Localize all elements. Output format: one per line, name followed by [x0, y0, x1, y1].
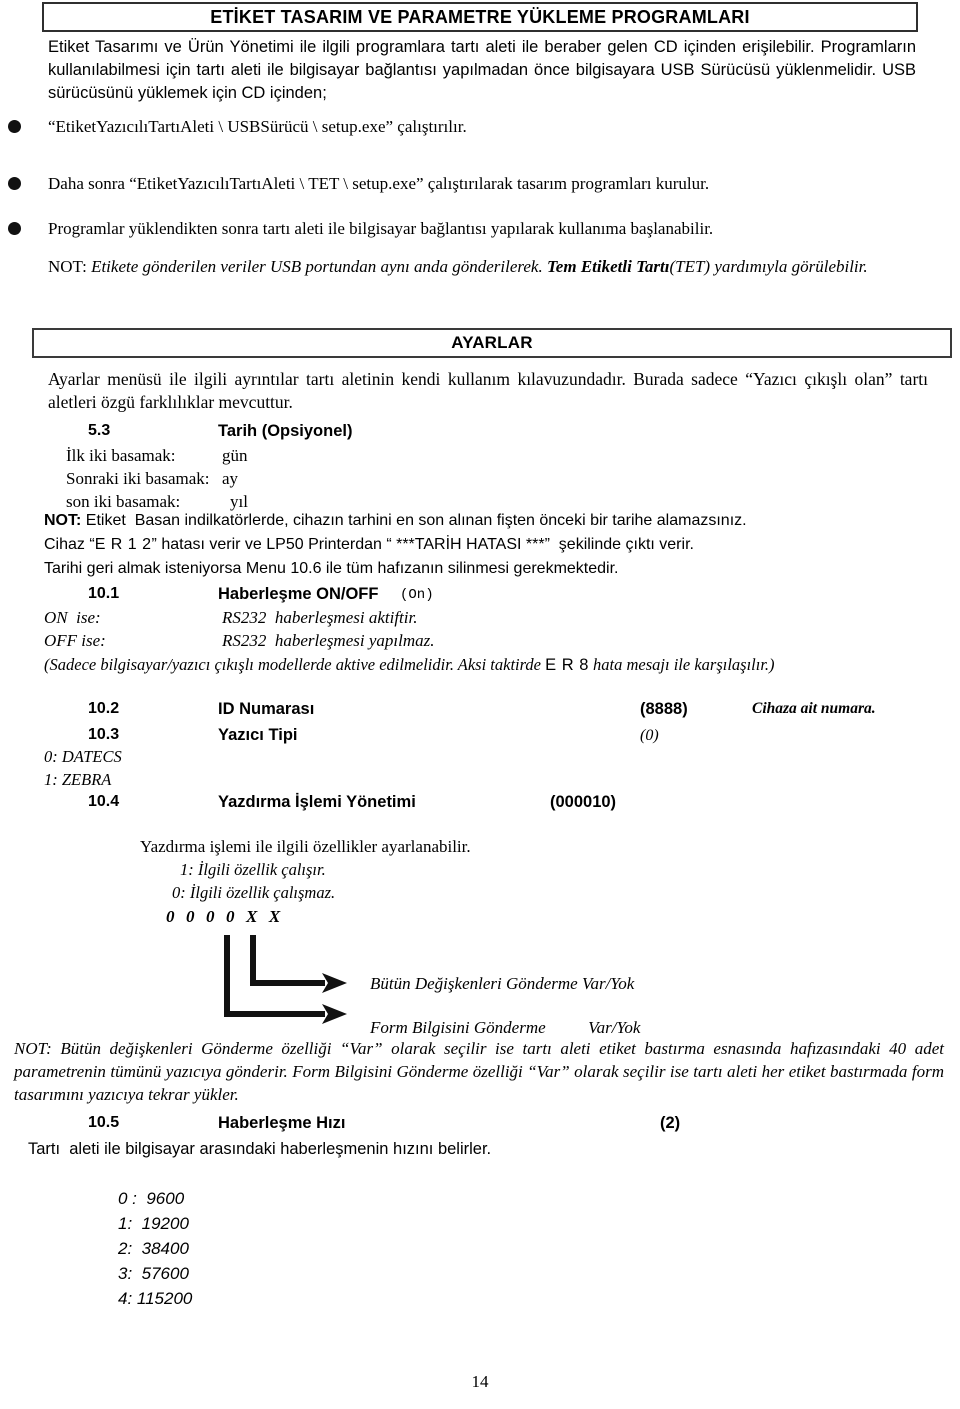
baud-rate-4: 4: 115200	[118, 1289, 193, 1308]
menu-value-10-3: (0)	[640, 727, 659, 744]
menu-label-10-4: Yazdırma İşlemi Yönetimi	[218, 793, 416, 811]
on-value: RS232 haberleşmesi aktiftir.	[222, 608, 418, 627]
date-row-value-3: yıl	[230, 492, 248, 511]
menu-value-10-1: (On)	[400, 587, 434, 603]
document-page: ETİKET TASARIM VE PARAMETRE YÜKLEME PROG…	[0, 0, 960, 1409]
note-date-line-1: NOT: Etiket Basan indilkatörlerde, cihaz…	[44, 513, 747, 529]
baud-rate-0: 0 : 9600	[118, 1189, 185, 1208]
menu-description-10-4: Yazdırma işlemi ile ilgili özellikler ay…	[140, 837, 471, 856]
note-date-text-2b: ” hatası verir ve LP50 Printerdan “ ***T…	[151, 536, 694, 553]
footnote-text-b: hata mesajı ile karşılaşılır.)	[588, 655, 775, 674]
note-usb-label: NOT:	[48, 257, 87, 276]
menu-value-10-5: (2)	[660, 1114, 681, 1132]
note-usb-body-2: (TET) yardımıyla görülebilir.	[669, 257, 868, 276]
bitmask-pattern: 0 0 0 0 X X	[166, 907, 282, 926]
date-row-key-3: son iki basamak:	[66, 492, 181, 511]
menu-number-5-3: 5.3	[88, 422, 111, 439]
menu-label-10-2: ID Numarası	[218, 700, 315, 718]
baud-rate-1: 1: 19200	[118, 1214, 189, 1233]
note-vars-label: NOT:	[14, 1039, 52, 1058]
note-usb-body-1: Etikete gönderilen veriler USB portundan…	[91, 257, 543, 276]
bullet-text-2: Daha sonra “EtiketYazıcılıTartıAleti \ T…	[48, 174, 710, 193]
note-usb-bold: Tem Etiketli Tartı	[546, 257, 670, 276]
on-key: ON ise:	[44, 608, 101, 627]
menu-label-10-1: Haberleşme ON/OFF	[218, 585, 379, 603]
intro-paragraph: Etiket Tasarımı ve Ürün Yönetimi ile ilg…	[48, 38, 916, 102]
baud-rate-2: 2: 38400	[118, 1239, 189, 1258]
menu-number-10-1: 10.1	[88, 585, 120, 602]
note-usb-block: NOT: Etikete gönderilen veriler USB port…	[48, 256, 920, 278]
upper-arrowhead-icon	[322, 973, 347, 993]
date-row-value-2: ay	[222, 469, 239, 488]
menu-label-5-3: Tarih (Opsiyonel)	[218, 422, 353, 440]
page-number: 14	[471, 1372, 489, 1391]
printer-option-0: 0: DATECS	[44, 747, 122, 766]
note-vars-text: Bütün değişkenleri Gönderme özelliği “Va…	[14, 1039, 944, 1104]
arrow-label-2: Form Bilgisini Gönderme Var/Yok	[370, 1018, 641, 1037]
date-row-key-2: Sonraki iki basamak:	[66, 469, 210, 488]
note-date-line-3: Tarihi geri almak isteniyorsa Menu 10.6 …	[44, 560, 619, 577]
printer-option-1: 1: ZEBRA	[44, 770, 112, 789]
menu-value-10-4: (000010)	[550, 793, 617, 811]
lower-bracket-path	[224, 935, 325, 1017]
footnote-10-1: (Sadece bilgisayar/yazıcı çıkışlı modell…	[44, 654, 924, 676]
legend-1: 1: İlgili özellik çalışır.	[180, 860, 326, 879]
menu-description-10-5: Tartı aleti ile bilgisayar arasındaki ha…	[28, 1140, 492, 1158]
date-row-value-1: gün	[222, 446, 248, 465]
menu-comment-10-2: Cihaza ait numara.	[752, 700, 876, 717]
bullet-marker-3	[8, 222, 21, 235]
arrow-label-1: Bütün Değişkenleri Gönderme Var/Yok	[370, 974, 635, 993]
lower-arrowhead-icon	[322, 1004, 347, 1024]
menu-number-10-4: 10.4	[88, 793, 120, 810]
bullet-text-1: “EtiketYazıcılıTartıAleti \ USBSürücü \ …	[48, 117, 467, 136]
menu-number-10-5: 10.5	[88, 1114, 120, 1131]
error-code-er12: E R 1 2	[94, 536, 152, 553]
off-value: RS232 haberleşmesi yapılmaz.	[222, 631, 435, 650]
bullet-marker-2	[8, 177, 21, 190]
note-date-text-1: Etiket Basan indilkatörlerde, cihazın ta…	[85, 512, 747, 529]
menu-value-10-2: (8888)	[640, 700, 688, 718]
error-code-er8: E R 8	[545, 656, 589, 674]
section-title-box: ETİKET TASARIM VE PARAMETRE YÜKLEME PROG…	[42, 2, 918, 32]
menu-label-10-3: Yazıcı Tipi	[218, 726, 298, 744]
menu-label-10-5: Haberleşme Hızı	[218, 1114, 346, 1132]
bullet-text-3: Programlar yüklendikten sonra tartı alet…	[48, 219, 714, 238]
footnote-text-a: (Sadece bilgisayar/yazıcı çıkışlı modell…	[44, 655, 546, 674]
off-key: OFF ise:	[44, 631, 106, 650]
bullet-marker-1	[8, 120, 21, 133]
upper-bracket-path	[250, 935, 325, 986]
ayarlar-title-box: AYARLAR	[32, 328, 952, 358]
date-row-key-1: İlk iki basamak:	[66, 446, 176, 465]
note-date-line-2: Cihaz “E R 1 2” hatası verir ve LP50 Pri…	[44, 537, 694, 553]
note-vars-block: NOT: Bütün değişkenleri Gönderme özelliğ…	[14, 1038, 944, 1106]
note-date-label: NOT:	[44, 512, 82, 529]
bitmask-arrow-diagram	[180, 930, 380, 1040]
menu-number-10-3: 10.3	[88, 726, 120, 743]
menu-number-10-2: 10.2	[88, 700, 120, 717]
ayarlar-intro-paragraph: Ayarlar menüsü ile ilgili ayrıntılar tar…	[48, 369, 928, 413]
legend-0: 0: İlgili özellik çalışmaz.	[172, 883, 336, 902]
arrow-diagram-svg	[224, 935, 347, 1024]
ayarlar-title: AYARLAR	[451, 333, 533, 352]
baud-rate-3: 3: 57600	[118, 1264, 189, 1283]
note-date-text-2a: Cihaz “	[44, 536, 95, 553]
page-title: ETİKET TASARIM VE PARAMETRE YÜKLEME PROG…	[210, 6, 750, 27]
